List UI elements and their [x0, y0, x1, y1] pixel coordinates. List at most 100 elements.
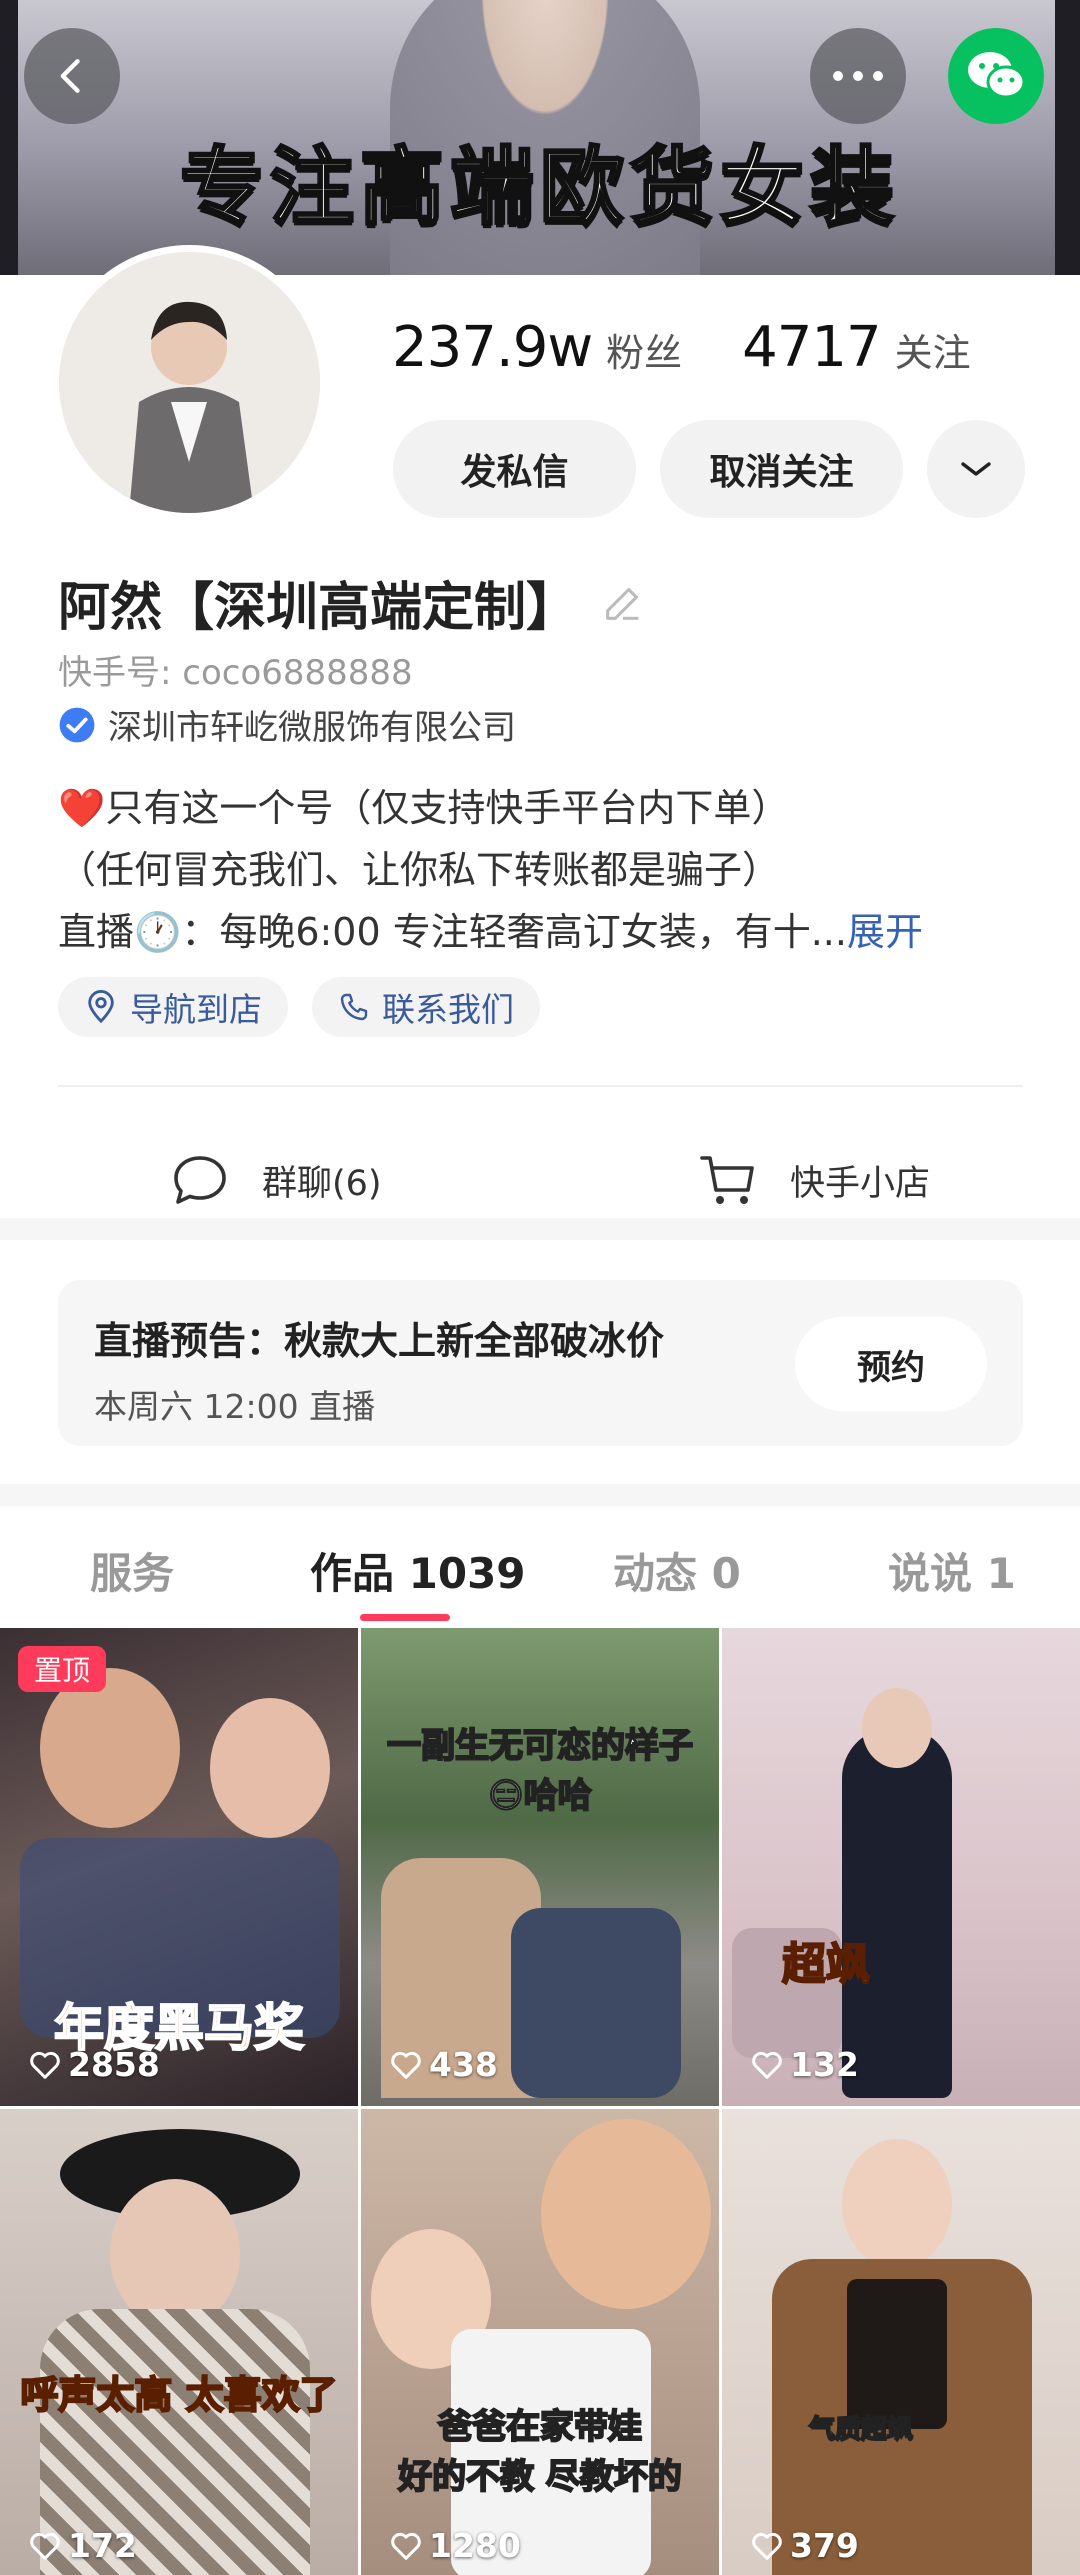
chevron-left-icon: [60, 59, 80, 93]
video-thumbnail: [842, 2139, 952, 2269]
like-count: 2858: [28, 2045, 160, 2084]
heart-icon: [391, 2051, 421, 2079]
profile-stats: 237.9w 粉丝 4717 关注: [392, 315, 1031, 395]
video-caption-2: 好的不教 尽教坏的: [397, 2456, 683, 2498]
heart-icon: [391, 2532, 421, 2560]
fans-label[interactable]: 粉丝: [606, 322, 682, 377]
live-notice-title: 直播预告：秋款大上新全部破冰价: [94, 1319, 665, 1363]
video-caption-2: 😑哈哈: [487, 1775, 592, 1817]
back-button[interactable]: [24, 28, 120, 124]
video-thumbnail-detail: [862, 1688, 932, 1768]
bio-line-1: ❤️只有这一个号（仅支持快手平台内下单）: [58, 786, 790, 830]
profile-page: 专注高端欧货女装 237.9w 粉丝 4717 关注 发私信 取消关注 阿然【深…: [0, 0, 1080, 2575]
bio-expand-link[interactable]: 展开: [847, 910, 923, 954]
avatar-illustration: [59, 252, 320, 513]
video-thumbnail: [40, 1668, 180, 1828]
section-separator-2: [0, 1484, 1080, 1506]
wechat-icon: [968, 52, 1026, 99]
like-count-value: 379: [790, 2526, 859, 2565]
tab-service[interactable]: 服务: [90, 1540, 174, 1601]
heart-icon: [30, 2532, 60, 2560]
heart-icon: [752, 2532, 782, 2560]
heart-icon: [30, 2051, 60, 2079]
phone-icon: [340, 993, 368, 1021]
video-caption: 气质超飒: [808, 2414, 914, 2446]
group-chat-label: 群聊(6): [262, 1163, 382, 1204]
navigate-to-store-button[interactable]: 导航到店: [58, 977, 288, 1037]
shopping-cart-icon: [700, 1156, 754, 1204]
like-count-value: 2858: [68, 2045, 160, 2084]
heart-icon: [752, 2051, 782, 2079]
like-count: 172: [28, 2526, 137, 2565]
video-thumbnail-detail: [847, 2279, 947, 2429]
video-thumbnail-detail: [210, 1698, 330, 1838]
more-horizontal-icon: [833, 71, 883, 81]
like-count: 438: [389, 2045, 498, 2084]
video-thumbnail: [541, 2119, 711, 2309]
video-caption: 一副生无可恋的样子: [386, 1725, 694, 1767]
unfollow-button[interactable]: 取消关注: [660, 420, 903, 518]
avatar[interactable]: [52, 245, 327, 520]
video-caption: 呼声太高 太喜欢了: [19, 2372, 338, 2418]
like-count: 1280: [389, 2526, 521, 2565]
divider: [58, 1085, 1023, 1087]
verified-company-row[interactable]: 深圳市轩屹微服饰有限公司: [58, 700, 516, 749]
wechat-share-button[interactable]: [948, 28, 1044, 124]
chevron-down-icon: [961, 462, 991, 476]
bio-line-3-row: 直播🕐：每晚6:00 专注轻奢高订女装，有十...展开: [58, 901, 1048, 963]
contact-us-button[interactable]: 联系我们: [312, 977, 540, 1037]
verified-company-name: 深圳市轩屹微服饰有限公司: [108, 708, 516, 748]
like-count: 379: [750, 2526, 859, 2565]
chat-bubble-icon: [174, 1156, 226, 1204]
banner-slogan: 专注高端欧货女装: [178, 137, 900, 238]
section-separator: [0, 1218, 1080, 1240]
reserve-button[interactable]: 预约: [795, 1317, 987, 1411]
live-notice-time: 本周六 12:00 直播: [94, 1387, 376, 1426]
like-count: 132: [750, 2045, 859, 2084]
following-label[interactable]: 关注: [895, 322, 971, 377]
profile-tags: 导航到店 联系我们: [58, 977, 540, 1037]
profile-name: 阿然【深圳高端定制】: [58, 578, 579, 638]
navigate-label: 导航到店: [130, 990, 262, 1029]
following-count[interactable]: 4717: [742, 315, 882, 380]
video-grid: 置顶 年度黑马奖 2858 一副生无可恋的样子 😑哈哈 438 超飒 132 呼…: [0, 1628, 1080, 2575]
video-caption: 爸爸在家带娃: [437, 2406, 643, 2448]
video-card[interactable]: 一副生无可恋的样子 😑哈哈 438: [361, 1628, 719, 2106]
content-tabs: 服务 作品 1039 动态 0 说说 1: [0, 1510, 1080, 1630]
video-card[interactable]: 呼声太高 太喜欢了 172: [0, 2109, 358, 2575]
like-count-value: 438: [429, 2045, 498, 2084]
active-tab-indicator: [360, 1614, 450, 1621]
profile-banner: 专注高端欧货女装: [0, 0, 1080, 275]
send-message-button[interactable]: 发私信: [393, 420, 636, 518]
bio-line-2: （任何冒充我们、让你私下转账都是骗子）: [58, 848, 781, 892]
video-card[interactable]: 超飒 132: [722, 1628, 1080, 2106]
shop-label: 快手小店: [790, 1163, 931, 1204]
like-count-value: 1280: [429, 2526, 521, 2565]
name-row: 阿然【深圳高端定制】: [58, 565, 646, 640]
more-button[interactable]: [810, 28, 906, 124]
tab-moments[interactable]: 动态 0: [613, 1540, 741, 1601]
video-thumbnail: [842, 1728, 952, 2098]
kuaishou-id[interactable]: 快手号: coco6888888: [58, 645, 413, 694]
verified-badge-icon: [59, 707, 95, 742]
tab-posts[interactable]: 说说 1: [888, 1540, 1016, 1601]
video-thumbnail-detail: [511, 1908, 681, 2098]
live-notice-card[interactable]: 直播预告：秋款大上新全部破冰价 本周六 12:00 直播 预约: [58, 1280, 1023, 1446]
expand-recommend-button[interactable]: [927, 420, 1025, 518]
like-count-value: 172: [68, 2526, 137, 2565]
location-pin-icon: [88, 990, 114, 1024]
pinned-badge: 置顶: [18, 1646, 107, 1692]
bio-line-3: 直播🕐：每晚6:00 专注轻奢高订女装，有十...: [58, 910, 847, 954]
video-card[interactable]: 爸爸在家带娃 好的不教 尽教坏的 1280: [361, 2109, 719, 2575]
video-caption: 超飒: [781, 1938, 871, 1991]
video-thumbnail-detail: [110, 2179, 240, 2329]
video-card[interactable]: 气质超飒 379: [722, 2109, 1080, 2575]
tab-works[interactable]: 作品 1039: [310, 1540, 526, 1601]
edit-icon[interactable]: [600, 580, 646, 626]
avatar-photo: [59, 252, 320, 513]
bio: ❤️只有这一个号（仅支持快手平台内下单） （任何冒充我们、让你私下转账都是骗子）…: [58, 777, 1048, 963]
contact-label: 联系我们: [382, 990, 514, 1029]
fans-count[interactable]: 237.9w: [392, 315, 593, 380]
video-card[interactable]: 置顶 年度黑马奖 2858: [0, 1628, 358, 2106]
profile-section: 237.9w 粉丝 4717 关注 发私信 取消关注 阿然【深圳高端定制】 快手…: [0, 245, 1080, 1215]
